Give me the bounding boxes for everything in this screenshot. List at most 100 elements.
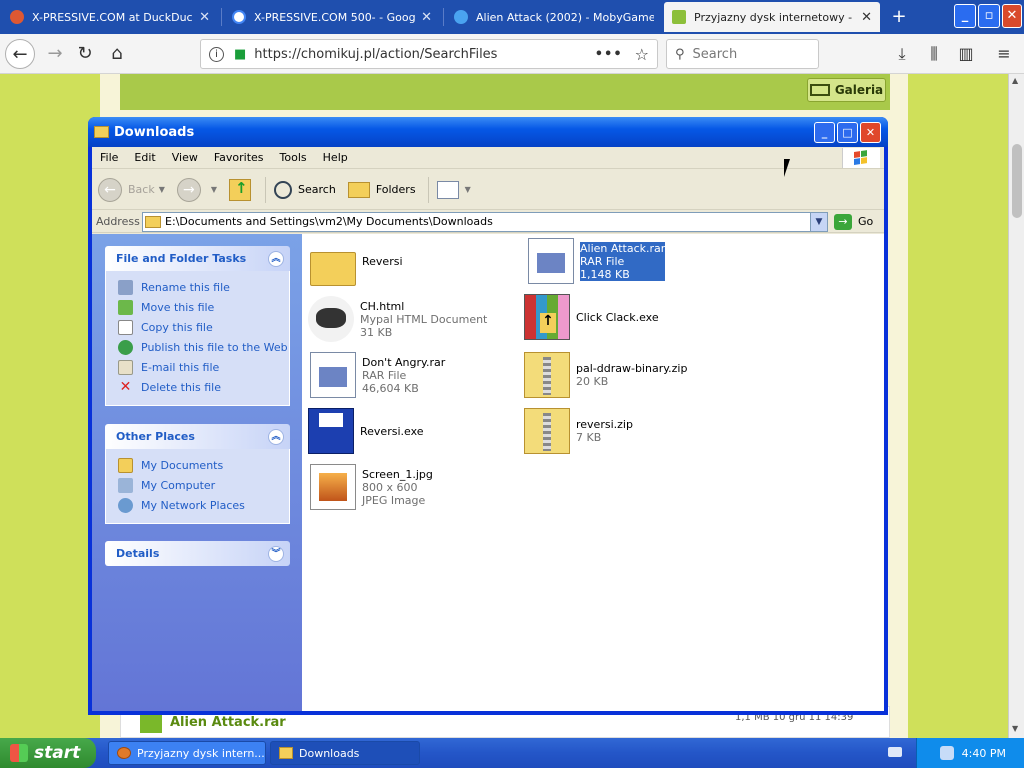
explorer-body: File Edit View Favorites Tools Help ← Ba… xyxy=(92,147,884,711)
forward-button[interactable]: → xyxy=(40,39,70,69)
scrollbar-thumb[interactable] xyxy=(1012,144,1022,218)
file-size: 20 KB xyxy=(576,375,609,388)
file-item-reversi-zip[interactable]: reversi.zip 7 KB xyxy=(524,408,633,454)
menu-button[interactable]: ≡ xyxy=(992,42,1016,66)
downloads-button[interactable]: ⤓ xyxy=(890,42,914,66)
restore-button[interactable]: ▫ xyxy=(978,4,1000,28)
tab-mobygames[interactable]: Alien Attack (2002) - MobyGames xyxy=(446,2,662,32)
info-icon[interactable]: i xyxy=(209,46,224,62)
home-icon: ⌂ xyxy=(111,43,123,64)
expand-icon[interactable]: ︾ xyxy=(268,545,284,562)
page-file-name[interactable]: Alien Attack.rar xyxy=(170,715,286,730)
rename-icon xyxy=(118,279,133,295)
clock[interactable]: 4:40 PM xyxy=(962,747,1006,760)
scroll-up-icon[interactable]: ▲ xyxy=(1012,76,1018,85)
galeria-button[interactable]: Galeria xyxy=(807,78,886,102)
taskbar-item-browser[interactable]: Przyjazny dysk intern... xyxy=(108,741,266,765)
file-item-reversi-exe[interactable]: Reversi.exe xyxy=(308,408,424,454)
file-item-reversi-folder[interactable]: Reversi xyxy=(310,244,403,286)
up-folder-button[interactable] xyxy=(229,178,253,201)
close-icon[interactable]: ✕ xyxy=(199,10,210,25)
task-publish[interactable]: Publish this file to the Web xyxy=(118,337,289,357)
go-button[interactable]: → Go xyxy=(834,213,873,230)
forward-button[interactable]: → ▼ xyxy=(176,177,217,202)
close-icon[interactable]: ✕ xyxy=(861,10,872,25)
address-input[interactable]: E:\Documents and Settings\vm2\My Documen… xyxy=(142,211,828,232)
chevron-down-icon[interactable]: ▼ xyxy=(810,212,827,231)
network-icon xyxy=(118,497,133,513)
explorer-minimize-button[interactable]: _ xyxy=(814,122,835,143)
chevron-down-icon[interactable]: ▼ xyxy=(159,185,165,194)
search-input[interactable]: ⚲ Search xyxy=(666,39,819,69)
taskbar-item-downloads[interactable]: Downloads xyxy=(270,741,420,765)
explorer-close-button[interactable]: ✕ xyxy=(860,122,881,143)
folders-button[interactable]: Folders xyxy=(347,181,416,198)
minimize-button[interactable]: _ xyxy=(954,4,976,28)
tab-chomikuj[interactable]: Przyjazny dysk internetowy - Cho ✕ xyxy=(664,2,880,32)
page-scrollbar[interactable]: ▲ ▼ xyxy=(1008,74,1024,738)
tray-app-icon[interactable] xyxy=(939,746,954,760)
file-name: Reversi.exe xyxy=(360,424,424,438)
close-button[interactable]: ✕ xyxy=(1002,4,1022,28)
file-item-alien-attack[interactable]: Alien Attack.rar RAR File 1,148 KB xyxy=(528,238,666,284)
place-my-network[interactable]: My Network Places xyxy=(118,495,289,515)
sidebar-button[interactable]: ▥ xyxy=(954,42,978,66)
explorer-maximize-button[interactable]: □ xyxy=(837,122,858,143)
menu-edit[interactable]: Edit xyxy=(126,151,163,164)
file-size: 31 KB xyxy=(360,325,393,339)
file-item-pal-ddraw[interactable]: pal-ddraw-binary.zip 20 KB xyxy=(524,352,687,398)
file-folder-tasks-header[interactable]: File and Folder Tasks ︽ xyxy=(105,246,290,271)
explorer-title-bar[interactable]: Downloads xyxy=(88,117,888,147)
scroll-down-icon[interactable]: ▼ xyxy=(1012,724,1018,733)
url-bar[interactable]: i ■ https://chomikuj.pl/action/SearchFil… xyxy=(200,39,658,69)
menu-view[interactable]: View xyxy=(164,151,206,164)
home-button[interactable]: ⌂ xyxy=(102,39,132,69)
details-header[interactable]: Details ︾ xyxy=(105,541,290,566)
copy-icon xyxy=(118,319,133,335)
task-copy[interactable]: Copy this file xyxy=(118,317,289,337)
rar-file-icon xyxy=(310,352,356,398)
close-icon[interactable]: ✕ xyxy=(421,10,432,25)
download-icon: ⤓ xyxy=(898,44,906,63)
search-button[interactable]: Search xyxy=(274,180,336,199)
place-my-documents[interactable]: My Documents xyxy=(118,455,289,475)
place-my-computer[interactable]: My Computer xyxy=(118,475,289,495)
reload-button[interactable]: ↻ xyxy=(70,39,100,69)
collapse-icon[interactable]: ︽ xyxy=(268,250,284,267)
collapse-icon[interactable]: ︽ xyxy=(268,428,284,445)
back-button[interactable]: ← xyxy=(5,39,35,69)
url-text[interactable]: https://chomikuj.pl/action/SearchFiles xyxy=(254,47,594,62)
chevron-down-icon[interactable]: ▼ xyxy=(465,185,471,194)
menu-favorites[interactable]: Favorites xyxy=(206,151,272,164)
tab-label: Alien Attack (2002) - MobyGames xyxy=(476,10,654,24)
new-tab-button[interactable]: + xyxy=(888,6,910,28)
page-header-panel xyxy=(120,74,890,110)
tab-duckduckgo[interactable]: X-PRESSIVE.COM at DuckDuckGo ✕ xyxy=(2,2,218,32)
task-rename[interactable]: Rename this file xyxy=(118,277,289,297)
taskbar-item-label: Downloads xyxy=(299,746,360,760)
keyboard-icon[interactable] xyxy=(888,747,902,757)
page-actions-icon[interactable]: ••• xyxy=(595,47,623,62)
back-button[interactable]: ← Back ▼ xyxy=(98,177,165,202)
folder-icon xyxy=(118,457,133,473)
menu-file[interactable]: File xyxy=(92,151,126,164)
other-places-header[interactable]: Other Places ︽ xyxy=(105,424,290,449)
file-item-screen-jpg[interactable]: Screen_1.jpg 800 x 600 JPEG Image xyxy=(310,464,433,510)
task-email[interactable]: E-mail this file xyxy=(118,357,289,377)
chevron-down-icon[interactable]: ▼ xyxy=(211,185,217,194)
other-places-body: My Documents My Computer My Network Plac… xyxy=(105,449,290,524)
file-item-ch-html[interactable]: CH.html Mypal HTML Document 31 KB xyxy=(308,296,487,342)
library-button[interactable]: ⫼ xyxy=(922,42,946,66)
start-button[interactable]: start xyxy=(0,738,96,768)
task-move[interactable]: Move this file xyxy=(118,297,289,317)
views-button[interactable]: ▼ xyxy=(436,180,471,199)
menu-help[interactable]: Help xyxy=(315,151,356,164)
task-delete[interactable]: ✕ Delete this file xyxy=(118,377,289,397)
file-item-dont-angry[interactable]: Don't Angry.rar RAR File 46,604 KB xyxy=(310,352,445,398)
menu-tools[interactable]: Tools xyxy=(272,151,315,164)
tab-google[interactable]: X-PRESSIVE.COM 500- - Google S ✕ xyxy=(224,2,440,32)
folders-icon xyxy=(347,181,370,198)
address-text[interactable]: E:\Documents and Settings\vm2\My Documen… xyxy=(165,215,493,228)
bookmark-star-icon[interactable]: ☆ xyxy=(635,45,649,64)
file-item-click-clack[interactable]: Click Clack.exe xyxy=(524,294,659,340)
